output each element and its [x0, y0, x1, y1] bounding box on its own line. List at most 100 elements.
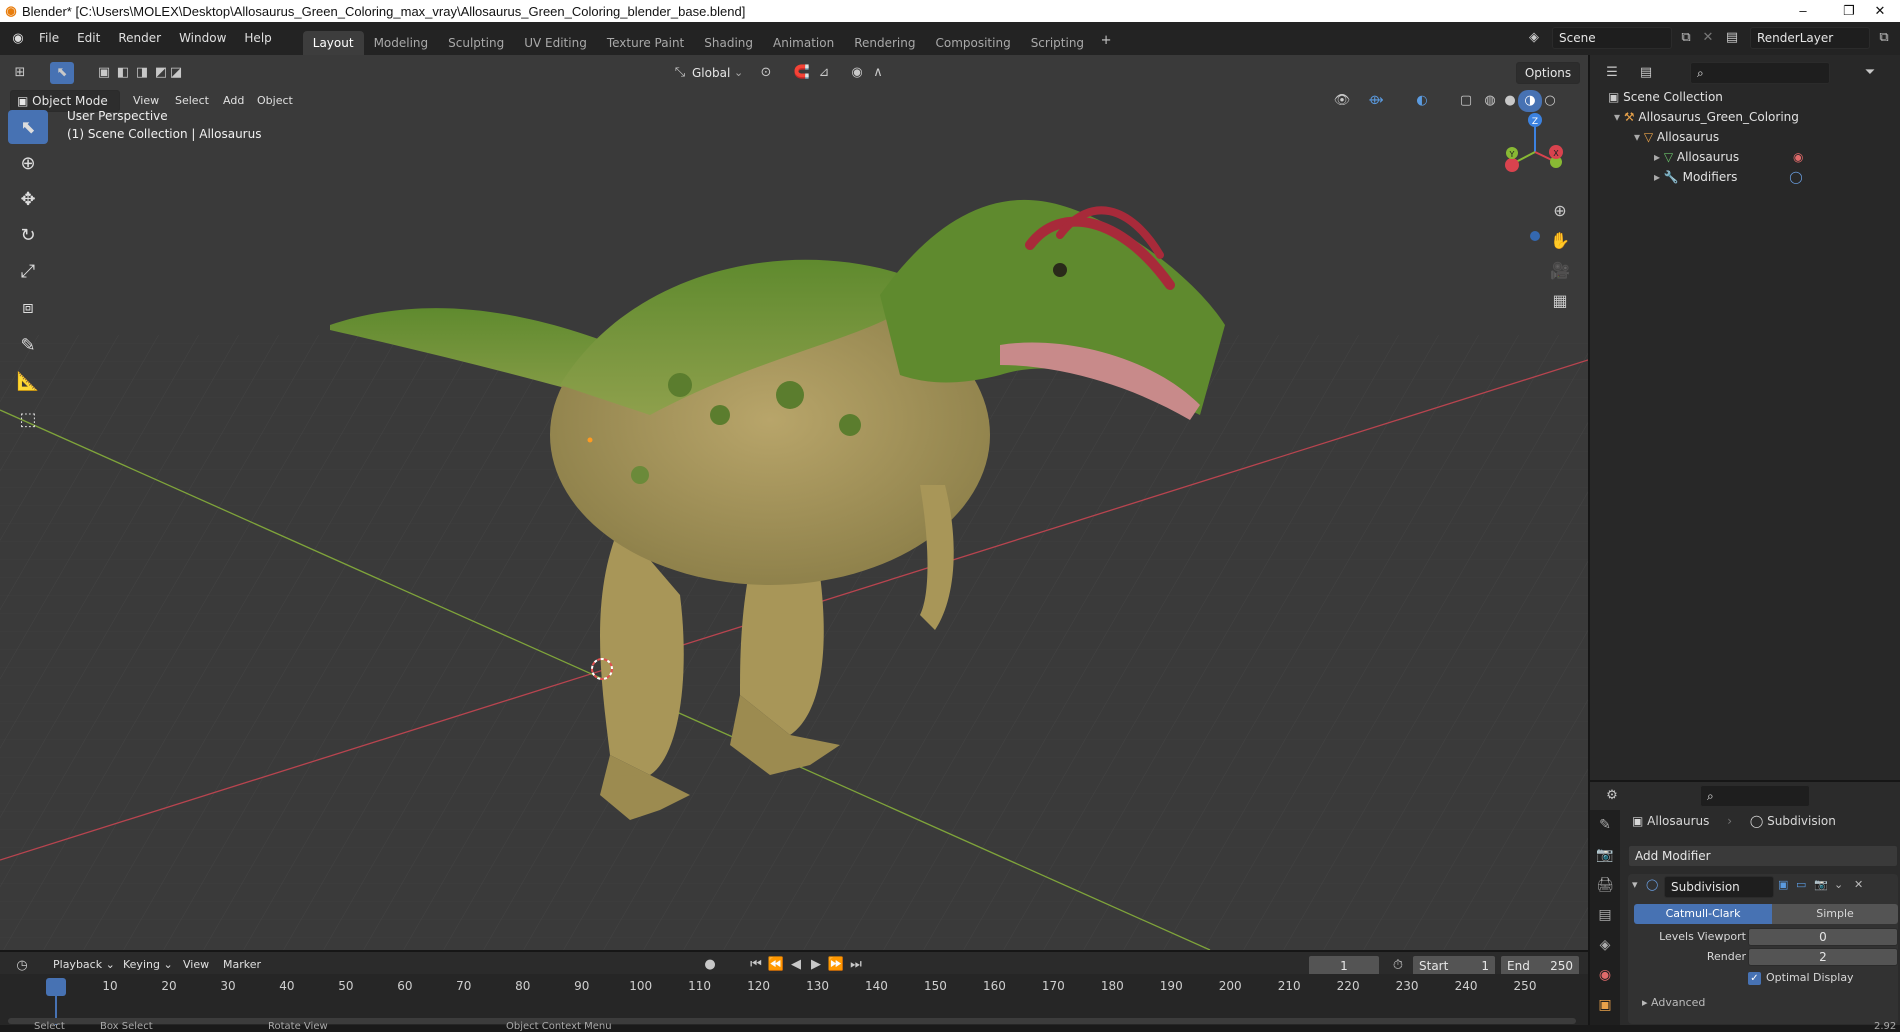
- measure-tool-icon[interactable]: 📐: [8, 364, 48, 398]
- tab-modeling[interactable]: Modeling: [364, 31, 439, 55]
- scene-name-field[interactable]: Scene: [1552, 27, 1672, 49]
- add-modifier-button[interactable]: Add Modifier: [1628, 845, 1898, 867]
- cursor-tool-icon[interactable]: ⊕: [8, 146, 48, 180]
- view-layer-tab-icon[interactable]: ▤: [1590, 900, 1620, 930]
- tab-layout[interactable]: Layout: [302, 31, 364, 55]
- material-icon[interactable]: ◉: [1793, 150, 1803, 164]
- rendered-shading-icon[interactable]: ○: [1538, 90, 1562, 112]
- outliner-editor-icon[interactable]: ☰: [1600, 62, 1624, 84]
- new-scene-icon[interactable]: ⧉: [1674, 27, 1698, 49]
- outliner-row-object[interactable]: ▾ ▽ Allosaurus: [1634, 127, 1719, 147]
- menu-file[interactable]: File: [30, 22, 68, 55]
- select-tweak-icon[interactable]: ⬉: [50, 62, 74, 84]
- gizmo-toggle-icon[interactable]: ⟴: [1364, 90, 1388, 112]
- outliner-search-input[interactable]: ⌕: [1690, 62, 1830, 84]
- tab-shading[interactable]: Shading: [694, 31, 763, 55]
- collapse-arrow-icon[interactable]: ▾: [1632, 878, 1638, 891]
- menu-render[interactable]: Render: [109, 22, 170, 55]
- tab-texture-paint[interactable]: Texture Paint: [597, 31, 694, 55]
- close-icon[interactable]: ✕: [1854, 878, 1863, 891]
- timeline-ruler[interactable]: 1102030405060708090100110120130140150160…: [0, 974, 1588, 1026]
- outliner-row-armature[interactable]: ▾ ⚒ Allosaurus_Green_Coloring: [1614, 107, 1799, 127]
- rotate-tool-icon[interactable]: ↻: [8, 218, 48, 252]
- tab-uv-editing[interactable]: UV Editing: [514, 31, 597, 55]
- output-tab-icon[interactable]: 🖨: [1590, 870, 1620, 900]
- scene-selector-icon[interactable]: ◈: [1522, 27, 1546, 49]
- catmull-clark-button[interactable]: Catmull-Clark: [1634, 904, 1772, 924]
- advanced-section[interactable]: ▸ Advanced: [1642, 996, 1705, 1009]
- tab-compositing[interactable]: Compositing: [925, 31, 1020, 55]
- expand-arrow-icon[interactable]: ▸: [1654, 150, 1664, 164]
- menu-edit[interactable]: Edit: [68, 22, 109, 55]
- outliner-row-scene-collection[interactable]: ▣ Scene Collection: [1608, 87, 1723, 107]
- overlay-toggle-icon[interactable]: ◐: [1410, 90, 1434, 112]
- object-tab-icon[interactable]: ▣: [1590, 990, 1620, 1020]
- render-layer-field[interactable]: RenderLayer: [1750, 27, 1870, 49]
- xray-toggle-icon[interactable]: ▢: [1454, 90, 1478, 112]
- 3d-viewport[interactable]: ⊞ ⬉ ▣ ◧ ◨ ◩ ◪ ⤡ Global ⌄ ⊙ 🧲 ⊿ ◉ ∧ Optio…: [0, 55, 1588, 950]
- blender-menu-icon[interactable]: ◉: [6, 28, 30, 50]
- move-tool-icon[interactable]: ✥: [8, 182, 48, 216]
- render-tab-icon[interactable]: 📷: [1590, 840, 1620, 870]
- delete-scene-icon[interactable]: ✕: [1696, 27, 1720, 49]
- transform-tool-icon[interactable]: ⧈: [8, 290, 48, 324]
- view-layer-icon[interactable]: ▤: [1720, 27, 1744, 49]
- record-keyframe-icon[interactable]: ●: [698, 954, 722, 976]
- display-mode-icon[interactable]: ▤: [1634, 62, 1658, 84]
- camera-view-icon[interactable]: 🎥: [1548, 260, 1572, 282]
- render-toggle-icon[interactable]: 📷: [1814, 878, 1828, 891]
- ortho-toggle-icon[interactable]: ▦: [1548, 290, 1572, 312]
- add-cube-tool-icon[interactable]: ⬚: [8, 402, 48, 436]
- navigation-gizmo[interactable]: Z Y X: [1490, 110, 1570, 245]
- modifier-name-field[interactable]: Subdivision: [1664, 876, 1774, 898]
- outliner-row-modifiers[interactable]: ▸ 🔧 Modifiers ◯: [1654, 167, 1803, 187]
- scene-tab-icon[interactable]: ◈: [1590, 930, 1620, 960]
- viewport-menu-object[interactable]: Object: [248, 90, 302, 112]
- viewport-toggle-icon[interactable]: ▭: [1796, 878, 1806, 891]
- filter-icon[interactable]: ⏷: [1858, 62, 1882, 84]
- world-tab-icon[interactable]: ◉: [1590, 960, 1620, 990]
- annotate-tool-icon[interactable]: ✎: [8, 328, 48, 362]
- expand-arrow-icon[interactable]: ▸: [1654, 170, 1664, 184]
- optimal-display-checkbox[interactable]: ✓: [1748, 972, 1761, 985]
- viewport-menu-select[interactable]: Select: [166, 90, 218, 112]
- select-intersect-icon[interactable]: ◪: [164, 62, 188, 84]
- options-dropdown[interactable]: Options: [1516, 62, 1580, 84]
- zoom-icon[interactable]: ⊕: [1548, 200, 1572, 222]
- jump-end-icon[interactable]: ⏭: [844, 954, 868, 976]
- falloff-icon[interactable]: ∧: [866, 62, 890, 84]
- viewport-scene[interactable]: [0, 55, 1588, 950]
- scale-tool-icon[interactable]: ⤢: [8, 254, 48, 288]
- new-layer-icon[interactable]: ⧉: [1872, 27, 1896, 49]
- tab-rendering[interactable]: Rendering: [844, 31, 925, 55]
- properties-editor-icon[interactable]: ⚙: [1600, 785, 1624, 807]
- edit-mode-toggle-icon[interactable]: ▣: [1778, 878, 1788, 891]
- properties-search-input[interactable]: ⌕: [1700, 785, 1810, 807]
- menu-window[interactable]: Window: [170, 22, 235, 55]
- subdivision-modifier-icon[interactable]: ◯: [1789, 170, 1802, 184]
- snap-toggle-icon[interactable]: 🧲: [790, 62, 814, 84]
- menu-help[interactable]: Help: [235, 22, 280, 55]
- render-levels-field[interactable]: 2: [1748, 948, 1898, 966]
- tab-sculpting[interactable]: Sculpting: [438, 31, 514, 55]
- modifier-dropdown-icon[interactable]: ⌄: [1834, 878, 1843, 891]
- levels-viewport-field[interactable]: 0: [1748, 928, 1898, 946]
- select-box-tool-icon[interactable]: ⬉: [8, 110, 48, 144]
- visibility-eye-icon[interactable]: 👁: [1330, 90, 1354, 112]
- outliner-row-mesh[interactable]: ▸ ▽ Allosaurus ◉: [1654, 147, 1803, 167]
- transform-orientation-dropdown[interactable]: Global: [692, 62, 730, 84]
- tab-animation[interactable]: Animation: [763, 31, 844, 55]
- timeline-scrollbar[interactable]: [8, 1018, 1576, 1024]
- simple-button[interactable]: Simple: [1772, 904, 1898, 924]
- tab-scripting[interactable]: Scripting: [1021, 31, 1094, 55]
- playhead-marker[interactable]: [46, 978, 66, 996]
- pan-hand-icon[interactable]: ✋: [1548, 230, 1572, 252]
- snap-target-icon[interactable]: ⊿: [812, 62, 836, 84]
- orientation-icon[interactable]: ⤡: [668, 62, 692, 84]
- expand-arrow-icon[interactable]: ▾: [1634, 130, 1644, 144]
- close-window-button[interactable]: ✕: [1860, 0, 1900, 22]
- pivot-point-icon[interactable]: ⊙: [754, 62, 778, 84]
- minimize-button[interactable]: –: [1780, 0, 1826, 22]
- tool-tab-icon[interactable]: ✎: [1590, 810, 1620, 840]
- editor-type-icon[interactable]: ⊞: [8, 62, 32, 84]
